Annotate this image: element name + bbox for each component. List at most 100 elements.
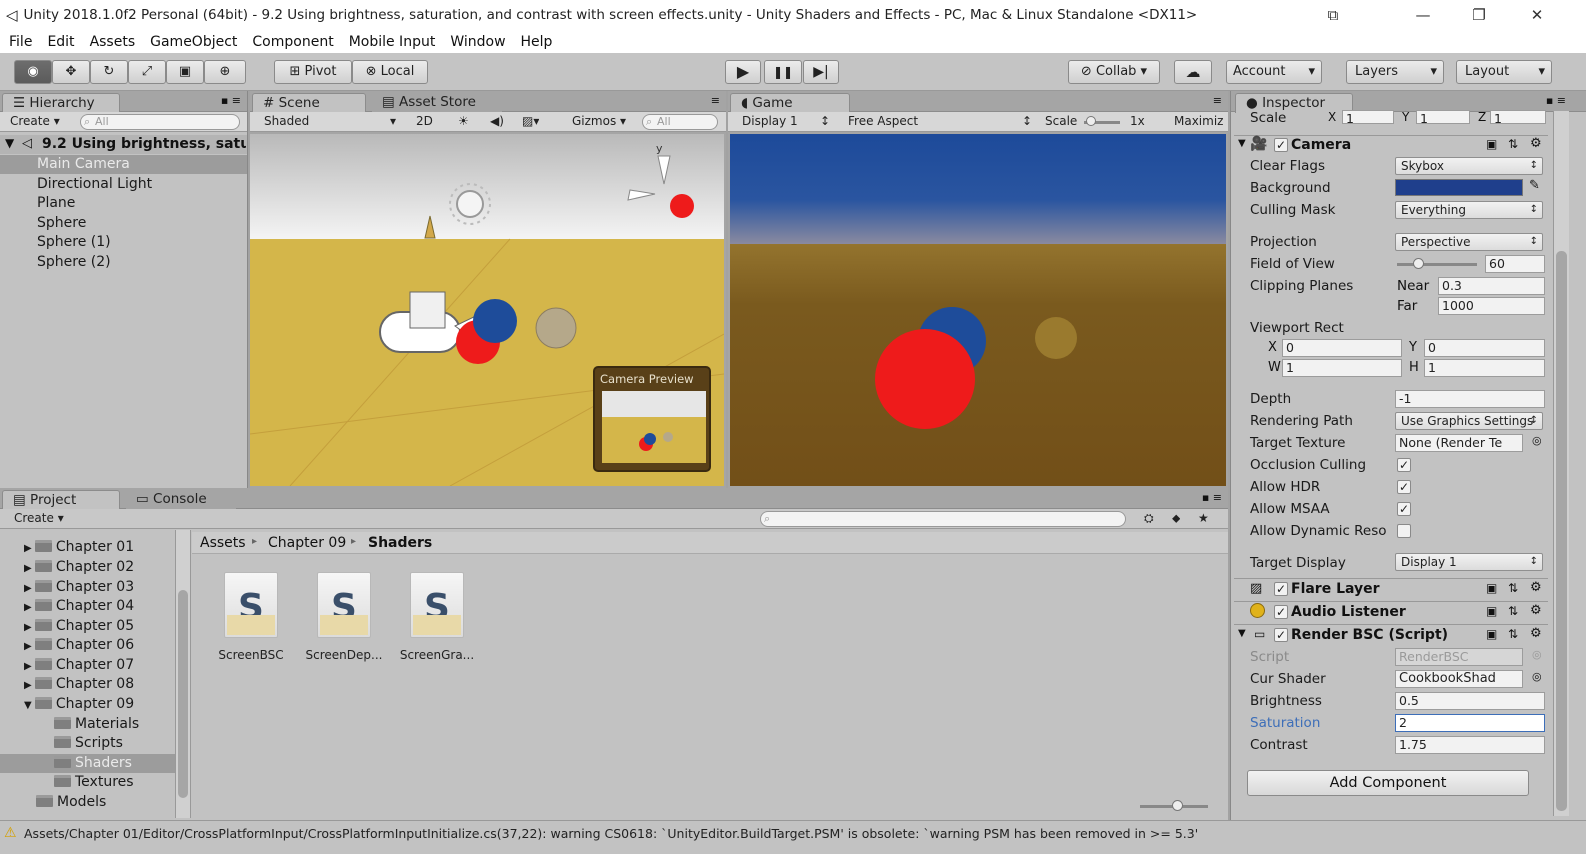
pivot-button[interactable]: ⊞ Pivot	[274, 60, 352, 84]
folder-item[interactable]: ▶ Chapter 04	[24, 598, 134, 614]
eyedropper-icon[interactable]: ✎	[1529, 178, 1540, 193]
component-preset-icon[interactable]: ⇅	[1508, 604, 1518, 618]
viewport-y-field[interactable]: 0	[1424, 339, 1545, 357]
folder-item[interactable]: ▼ Chapter 09	[24, 696, 134, 712]
maximize-button[interactable]: ❐	[1456, 0, 1502, 30]
target-display-dropdown[interactable]: Display 1	[1395, 553, 1543, 571]
shader-file-icon[interactable]: S	[317, 572, 371, 638]
hierarchy-item-main-camera[interactable]: Main Camera	[37, 156, 130, 172]
hierarchy-scene-row[interactable]: ▼ ◁ 9.2 Using brightness, satu	[0, 135, 247, 154]
allow-msaa-checkbox[interactable]: ✓	[1397, 502, 1411, 516]
layout-dropdown[interactable]: Layout ▾	[1456, 60, 1552, 84]
shader-file-icon[interactable]: S	[410, 572, 464, 638]
scene-viewport[interactable]: y Camera Preview	[250, 134, 724, 486]
folder-item[interactable]: ▶ Chapter 02	[24, 559, 134, 575]
menu-gameobject[interactable]: GameObject	[150, 34, 243, 50]
depth-field[interactable]: -1	[1395, 390, 1545, 408]
shader-file-label[interactable]: ScreenGra...	[397, 648, 477, 662]
viewport-h-field[interactable]: 1	[1424, 359, 1545, 377]
account-dropdown[interactable]: Account ▾	[1226, 60, 1322, 84]
panel-menu-icon[interactable]: ≡	[711, 94, 720, 107]
view-tool-button[interactable]: ◉	[14, 60, 52, 84]
game-viewport[interactable]	[730, 134, 1226, 486]
menu-file[interactable]: File	[9, 34, 38, 50]
window-extra-icon[interactable]: ⧉	[1310, 0, 1356, 30]
hierarchy-item-plane[interactable]: Plane	[37, 195, 75, 211]
background-color-swatch[interactable]	[1395, 179, 1523, 196]
component-gear-icon[interactable]: ⚙	[1530, 603, 1542, 618]
component-gear-icon[interactable]: ⚙	[1530, 136, 1542, 151]
inspector-scrollbar[interactable]	[1553, 111, 1569, 816]
menu-help[interactable]: Help	[521, 34, 559, 50]
cur-shader-field[interactable]: CookbookShad	[1395, 670, 1523, 688]
scene-audio-icon[interactable]: ◀)	[490, 113, 504, 131]
breadcrumb-shaders[interactable]: Shaders	[368, 535, 432, 551]
allow-hdr-checkbox[interactable]: ✓	[1397, 480, 1411, 494]
occlusion-culling-checkbox[interactable]: ✓	[1397, 458, 1411, 472]
render-bsc-enabled-checkbox[interactable]: ✓	[1274, 628, 1288, 642]
folder-tree-scrollbar-thumb[interactable]	[178, 590, 188, 798]
tab-asset-store[interactable]: ▤ Asset Store	[372, 93, 502, 113]
component-help-icon[interactable]: ▣	[1486, 604, 1497, 618]
tab-hierarchy[interactable]: ☰ Hierarchy	[2, 93, 120, 113]
brightness-field[interactable]: 0.5	[1395, 692, 1545, 710]
component-preset-icon[interactable]: ⇅	[1508, 627, 1518, 641]
object-picker-icon[interactable]: ◎	[1532, 434, 1542, 447]
status-bar[interactable]: ⚠ Assets/Chapter 01/Editor/CrossPlatform…	[0, 820, 1586, 854]
menu-assets[interactable]: Assets	[90, 34, 142, 50]
allow-dynamic-resolution-checkbox[interactable]	[1397, 524, 1411, 538]
scale-slider-thumb[interactable]	[1086, 116, 1096, 126]
fov-slider-thumb[interactable]	[1413, 258, 1424, 269]
cloud-button[interactable]: ☁	[1174, 60, 1212, 84]
scale-tool-button[interactable]: ⤢	[128, 60, 166, 84]
hierarchy-item-directional-light[interactable]: Directional Light	[37, 176, 152, 192]
panel-menu-icon[interactable]: ▪ ≡	[1202, 491, 1222, 504]
blue-sphere[interactable]	[473, 299, 517, 343]
layers-dropdown[interactable]: Layers ▾	[1346, 60, 1444, 84]
project-search-input[interactable]: ⌕	[760, 511, 1126, 527]
collab-button[interactable]: ⊘ Collab ▾	[1068, 60, 1160, 84]
hierarchy-search-input[interactable]: ⌕ All	[80, 114, 240, 130]
hierarchy-item-sphere[interactable]: Sphere	[37, 215, 86, 231]
viewport-x-field[interactable]: 0	[1282, 339, 1402, 357]
local-button[interactable]: ⊗ Local	[352, 60, 428, 84]
tab-project[interactable]: ▤ Project	[2, 490, 120, 510]
flare-layer-enabled-checkbox[interactable]: ✓	[1274, 582, 1288, 596]
play-button[interactable]: ▶	[725, 60, 761, 84]
maximize-on-play-toggle[interactable]: Maximiz	[1174, 113, 1226, 131]
collapse-arrow-icon[interactable]: ▼	[1238, 628, 1246, 639]
shader-file-label[interactable]: ScreenDep...	[304, 648, 384, 662]
panel-menu-icon[interactable]: ▪ ≡	[221, 94, 241, 107]
subfolder-item[interactable]: Textures	[54, 774, 134, 790]
projection-dropdown[interactable]: Perspective	[1395, 233, 1543, 251]
subfolder-item[interactable]: Materials	[54, 716, 139, 732]
minimize-button[interactable]: —	[1400, 0, 1446, 30]
gizmos-dropdown[interactable]: Gizmos ▾	[572, 113, 626, 131]
collapse-arrow-icon[interactable]: ▼	[1238, 138, 1246, 149]
camera-enabled-checkbox[interactable]: ✓	[1274, 138, 1288, 152]
2d-toggle[interactable]: 2D	[416, 113, 433, 131]
folder-tree-scrollbar[interactable]	[175, 530, 191, 818]
subfolder-item[interactable]: Scripts	[54, 735, 123, 751]
scale-y-field[interactable]: 1	[1416, 110, 1470, 124]
step-button[interactable]: ▶|	[803, 60, 839, 84]
culling-mask-dropdown[interactable]: Everything	[1395, 201, 1543, 219]
panel-menu-icon[interactable]: ▪ ≡	[1546, 94, 1566, 107]
breadcrumb-assets[interactable]: Assets	[200, 535, 246, 551]
expand-arrow-icon[interactable]: ▼	[5, 136, 14, 150]
scene-effects-icon[interactable]: ▨▾	[522, 113, 539, 131]
rendering-path-dropdown[interactable]: Use Graphics Settings	[1395, 412, 1543, 430]
shader-file-label[interactable]: ScreenBSC	[211, 648, 291, 662]
rotate-tool-button[interactable]: ↻	[90, 60, 128, 84]
icon-size-slider-thumb[interactable]	[1172, 800, 1183, 811]
scene-search-input[interactable]: ⌕ All	[642, 114, 718, 130]
close-button[interactable]: ✕	[1514, 0, 1560, 30]
display-dropdown[interactable]: Display 1 ↕	[742, 113, 832, 131]
panel-menu-icon[interactable]: ≡	[1213, 94, 1222, 107]
saturation-field[interactable]: 2	[1395, 714, 1545, 732]
tab-scene[interactable]: # Scene	[252, 93, 366, 113]
menu-window[interactable]: Window	[450, 34, 511, 50]
folder-item[interactable]: ▶ Chapter 08	[24, 676, 134, 692]
shading-mode-dropdown[interactable]: Shaded ▾	[264, 113, 400, 131]
menu-component[interactable]: Component	[252, 34, 339, 50]
